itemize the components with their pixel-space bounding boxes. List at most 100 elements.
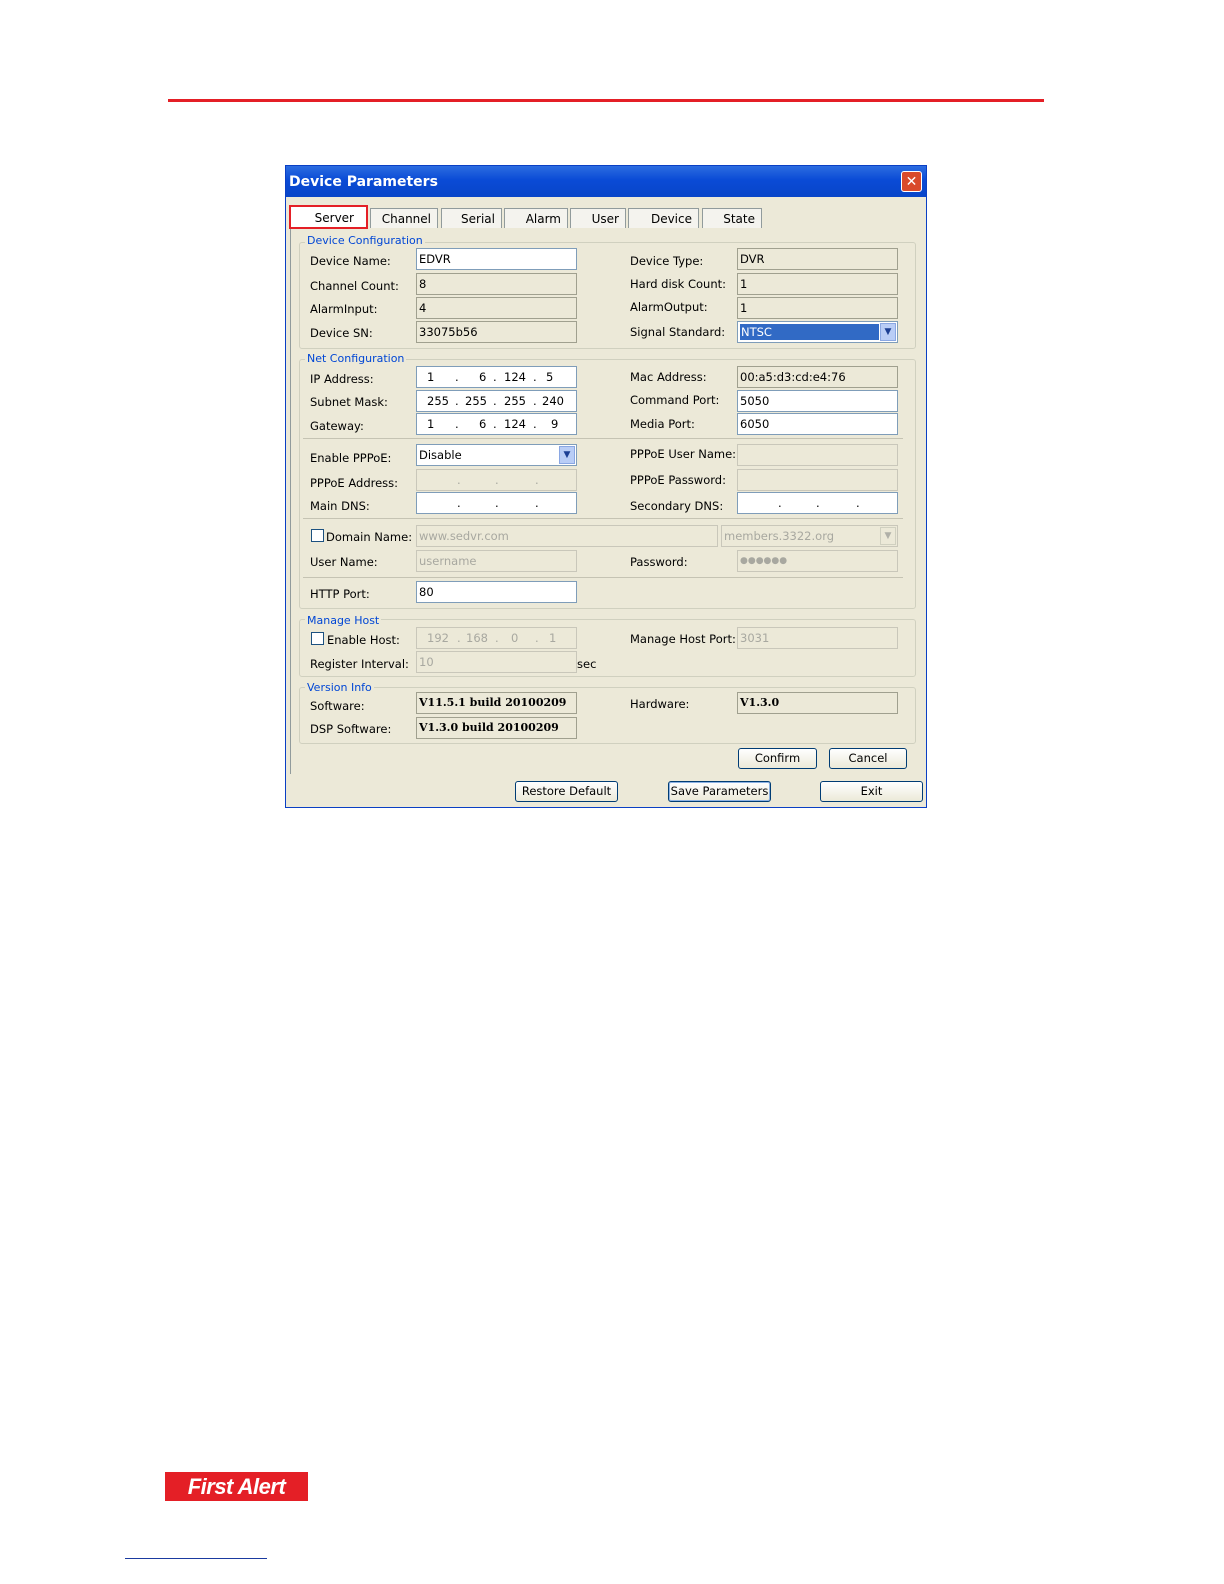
tab-serial[interactable]: Serial xyxy=(441,208,502,228)
gw-octet: 6 xyxy=(479,417,487,431)
manage-host-title: Manage Host xyxy=(305,614,382,627)
mask-octet: 240 xyxy=(542,394,564,408)
tab-server[interactable]: Server xyxy=(289,205,368,229)
tab-channel[interactable]: Channel xyxy=(370,208,438,228)
gw-octet: 9 xyxy=(551,417,559,431)
chevron-down-icon: ▼ xyxy=(880,527,896,545)
media-port-input[interactable]: 6050 xyxy=(737,413,898,435)
gateway-input[interactable]: 1 . 6 . 124 . 9 xyxy=(416,413,577,435)
password-label: Password: xyxy=(630,555,688,569)
footer-rule xyxy=(125,1558,267,1559)
pppoe-enable-select[interactable]: Disable ▼ xyxy=(416,444,577,466)
tab-state[interactable]: State xyxy=(702,208,762,228)
tab-user[interactable]: User xyxy=(570,208,626,228)
alarm-input-label: AlarmInput: xyxy=(310,302,378,316)
main-dns-input[interactable]: ... xyxy=(416,492,577,514)
divider xyxy=(303,577,903,578)
channel-count-field: 8 xyxy=(416,273,577,295)
pppoe-user-field xyxy=(737,444,898,466)
device-name-input[interactable]: EDVR xyxy=(416,248,577,270)
close-icon[interactable]: ✕ xyxy=(901,171,922,192)
device-sn-label: Device SN: xyxy=(310,326,373,340)
password-field: ●●●●●● xyxy=(737,550,898,572)
device-parameters-dialog: Device Parameters ✕ Server Channel Seria… xyxy=(285,165,927,808)
domain-server-select: members.3322.org ▼ xyxy=(721,525,898,547)
subnet-mask-label: Subnet Mask: xyxy=(310,395,388,409)
mac-address-field: 00:a5:d3:cd:e4:76 xyxy=(737,366,898,388)
pppoe-password-label: PPPoE Password: xyxy=(630,473,726,487)
header-rule xyxy=(168,99,1044,102)
device-sn-field: 33075b56 xyxy=(416,321,577,343)
host-ip-field: 192 . 168 . 0 . 1 xyxy=(416,627,577,649)
chevron-down-icon[interactable]: ▼ xyxy=(559,446,575,464)
secondary-dns-input[interactable]: ... xyxy=(737,492,898,514)
alarm-output-label: AlarmOutput: xyxy=(630,300,708,314)
hardware-label: Hardware: xyxy=(630,697,690,711)
device-type-field: DVR xyxy=(737,248,898,270)
http-port-input[interactable]: 80 xyxy=(416,581,577,603)
alarm-input-field: 4 xyxy=(416,297,577,319)
mask-octet: 255 xyxy=(504,394,526,408)
domain-name-checkbox[interactable] xyxy=(311,529,324,542)
gw-octet: 124 xyxy=(504,417,526,431)
host-ip-octet: 0 xyxy=(511,631,519,645)
device-type-label: Device Type: xyxy=(630,254,704,268)
confirm-button[interactable]: Confirm xyxy=(738,748,817,769)
enable-host-label: Enable Host: xyxy=(327,633,400,647)
dsp-software-label: DSP Software: xyxy=(310,722,392,736)
channel-count-label: Channel Count: xyxy=(310,279,399,293)
device-config-title: Device Configuration xyxy=(305,234,425,247)
pppoe-enable-label: Enable PPPoE: xyxy=(310,451,392,465)
user-name-field: username xyxy=(416,550,577,572)
hdd-count-label: Hard disk Count: xyxy=(630,277,727,291)
pppoe-address-field: ... xyxy=(416,469,577,491)
alarm-output-field: 1 xyxy=(737,297,898,319)
gw-octet: 1 xyxy=(427,417,435,431)
manage-host-port-label: Manage Host Port: xyxy=(630,632,736,646)
divider xyxy=(303,518,903,519)
domain-name-label: Domain Name: xyxy=(326,530,413,544)
device-name-label: Device Name: xyxy=(310,254,391,268)
domain-server-value: members.3322.org xyxy=(724,529,835,543)
main-dns-label: Main DNS: xyxy=(310,499,370,513)
software-label: Software: xyxy=(310,699,365,713)
signal-standard-value: NTSC xyxy=(740,324,879,340)
command-port-input[interactable]: 5050 xyxy=(737,390,898,412)
host-ip-octet: 192 xyxy=(427,631,449,645)
signal-standard-select[interactable]: NTSC ▼ xyxy=(737,321,898,343)
tab-alarm[interactable]: Alarm xyxy=(504,208,568,228)
first-alert-logo: First Alert xyxy=(165,1472,308,1501)
save-parameters-button[interactable]: Save Parameters xyxy=(668,781,771,802)
pppoe-user-label: PPPoE User Name: xyxy=(630,447,737,461)
http-port-label: HTTP Port: xyxy=(310,587,370,601)
secondary-dns-label: Secondary DNS: xyxy=(630,499,724,513)
cancel-button[interactable]: Cancel xyxy=(829,748,907,769)
enable-host-checkbox[interactable] xyxy=(311,632,324,645)
tab-content: Device Configuration Device Name: EDVR C… xyxy=(290,229,923,774)
mask-octet: 255 xyxy=(427,394,449,408)
software-version-field: V11.5.1 build 20100209 xyxy=(416,692,577,714)
subnet-mask-input[interactable]: 255 . 255 . 255 . 240 xyxy=(416,390,577,412)
title-bar[interactable]: Device Parameters ✕ xyxy=(286,166,926,197)
dialog-title: Device Parameters xyxy=(289,174,438,190)
domain-name-field: www.sedvr.com xyxy=(416,525,718,547)
ip-octet: 6 xyxy=(479,370,487,384)
tab-device[interactable]: Device xyxy=(628,208,699,228)
restore-default-button[interactable]: Restore Default xyxy=(515,781,618,802)
pppoe-enable-value: Disable xyxy=(419,448,462,462)
register-interval-label: Register Interval: xyxy=(310,657,409,671)
ip-address-input[interactable]: 1 . 6 . 124 . 5 xyxy=(416,366,577,388)
ip-octet: 1 xyxy=(427,370,435,384)
mask-octet: 255 xyxy=(465,394,487,408)
exit-button[interactable]: Exit xyxy=(820,781,923,802)
media-port-label: Media Port: xyxy=(630,417,695,431)
interval-unit: sec xyxy=(577,657,597,671)
hdd-count-field: 1 xyxy=(737,273,898,295)
ip-address-label: IP Address: xyxy=(310,372,374,386)
ip-octet: 124 xyxy=(504,370,526,384)
mac-address-label: Mac Address: xyxy=(630,370,707,384)
net-config-title: Net Configuration xyxy=(305,352,407,365)
chevron-down-icon[interactable]: ▼ xyxy=(880,323,896,341)
signal-standard-label: Signal Standard: xyxy=(630,325,726,339)
gateway-label: Gateway: xyxy=(310,419,364,433)
